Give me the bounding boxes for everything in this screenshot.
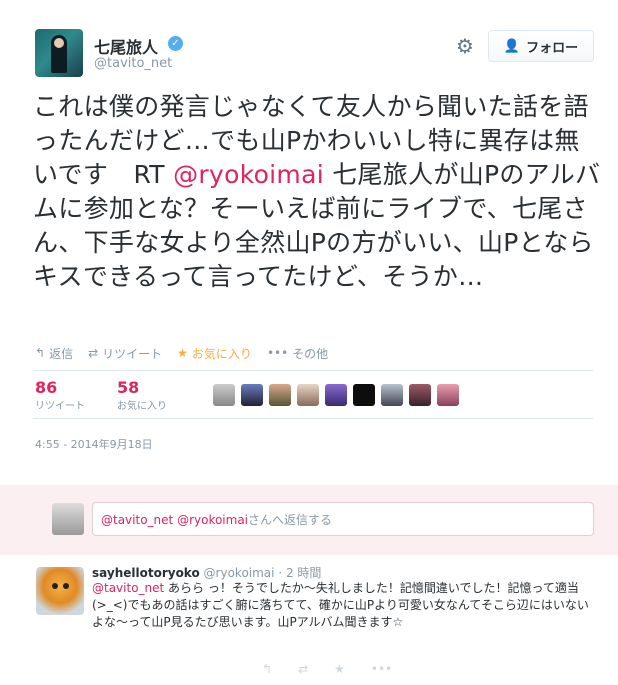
more-label: その他 [292, 346, 329, 361]
favorite-label: お気に入り [191, 346, 252, 361]
reply-more-icon[interactable]: ••• [371, 662, 392, 676]
favoriter-avatar[interactable] [409, 384, 431, 406]
favoriter-avatar[interactable] [437, 384, 459, 406]
reply-text-body: あらら っ！そうでしたか〜失礼しました！記憶間違いでした！記憶って適当(>_<)… [92, 581, 589, 629]
retweet-icon: ⇄ [88, 346, 99, 360]
favorite-count-label: お気に入り [117, 401, 167, 412]
reply-mention-2: @ryokoimai [177, 513, 249, 527]
tweet-mention-link[interactable]: @ryokoimai [173, 160, 324, 189]
more-button[interactable]: ••• その他 [267, 345, 328, 362]
retweet-count-label: リツイート [35, 401, 85, 412]
favoriter-avatar[interactable] [297, 384, 319, 406]
reply-input[interactable]: @tavito_net @ryokoimaiさんへ返信する [92, 502, 594, 536]
favoriter-avatar[interactable] [353, 384, 375, 406]
reply-star-icon[interactable]: ★ [334, 662, 345, 676]
author-avatar[interactable] [35, 29, 83, 77]
reply-placeholder-suffix: さんへ返信する [248, 513, 333, 527]
verified-icon: ✓ [168, 36, 183, 51]
favorite-button[interactable]: ★ お気に入り [177, 345, 252, 362]
more-icon: ••• [266, 346, 289, 360]
favoriter-avatar[interactable] [269, 384, 291, 406]
reply-separator: · [278, 566, 283, 580]
tweet-text: これは僕の発言じゃなくて友人から聞いた話を語ったんだけど…でも山Pかわいいし特に… [33, 90, 603, 294]
retweet-count[interactable]: 86 リツイート [35, 378, 85, 412]
favoriter-avatars [213, 384, 459, 406]
gear-icon[interactable]: ⚙ [455, 36, 475, 56]
favorite-count[interactable]: 58 お気に入り [117, 378, 167, 412]
tweet-actions: ↰ 返信 ⇄ リツイート ★ お気に入り ••• その他 [35, 344, 343, 362]
reply-author-handle[interactable]: @ryokoimai [204, 566, 275, 580]
divider [33, 418, 593, 419]
favorite-count-value: 58 [117, 378, 140, 397]
reply-retweet-icon[interactable]: ⇄ [298, 662, 308, 676]
favoriter-avatar[interactable] [325, 384, 347, 406]
tweet-timestamp[interactable]: 4:55 - 2014年9月18日 [35, 436, 153, 452]
star-icon: ★ [177, 346, 188, 360]
my-avatar [52, 503, 84, 535]
reply-text-mention[interactable]: @tavito_net [92, 581, 164, 595]
reply-icon: ↰ [35, 346, 46, 360]
reply-header: sayhellotoryoko @ryokoimai · 2 時間 [92, 564, 321, 581]
follow-button-label: フォロー [526, 40, 579, 56]
favoriter-avatar[interactable] [241, 384, 263, 406]
author-display-name[interactable]: 七尾旅人 [94, 34, 158, 58]
reply-author-name[interactable]: sayhellotoryoko [92, 566, 200, 580]
reply-actions: ↰ ⇄ ★ ••• [262, 662, 392, 676]
reply-reply-icon[interactable]: ↰ [262, 662, 272, 676]
reply-button[interactable]: ↰ 返信 [35, 345, 73, 362]
retweet-count-value: 86 [35, 378, 58, 397]
retweet-button[interactable]: ⇄ リツイート [88, 345, 162, 362]
divider [33, 370, 593, 371]
favoriter-avatar[interactable] [381, 384, 403, 406]
retweet-label: リツイート [102, 346, 163, 361]
reply-mention-1: @tavito_net [101, 513, 174, 527]
favoriter-avatar[interactable] [213, 384, 235, 406]
reply-author-avatar[interactable] [36, 567, 84, 615]
reply-text: @tavito_net あらら っ！そうでしたか〜失礼しました！記憶間違いでした… [92, 580, 598, 631]
person-add-icon: 👤 [503, 38, 521, 54]
author-handle[interactable]: @tavito_net [94, 56, 172, 71]
follow-button[interactable]: 👤 フォロー [488, 30, 594, 62]
reply-label: 返信 [49, 346, 74, 361]
reply-time[interactable]: 2 時間 [286, 566, 321, 580]
